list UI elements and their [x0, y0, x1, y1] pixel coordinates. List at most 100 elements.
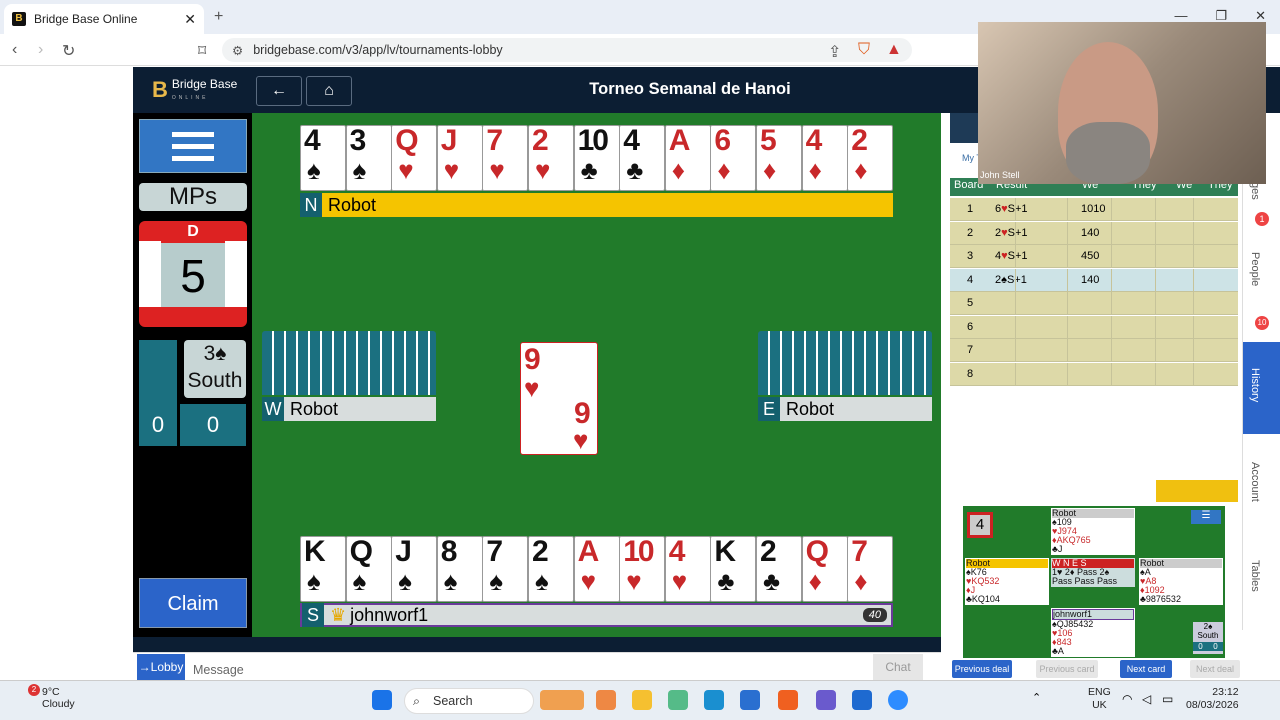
- card-suit: ♠: [352, 155, 367, 185]
- battery-icon[interactable]: ▭: [1162, 692, 1173, 706]
- chat-send-button[interactable]: Chat: [873, 654, 923, 680]
- card-rank: 4: [805, 125, 823, 157]
- brave-shield-icon[interactable]: ⛉: [858, 41, 870, 59]
- outlook-icon[interactable]: [852, 690, 872, 710]
- playing-card[interactable]: Q ♦: [801, 536, 848, 602]
- start-icon[interactable]: [372, 690, 392, 710]
- url-text: bridgebase.com/v3/app/lv/tournaments-lob…: [253, 43, 503, 57]
- menu-button[interactable]: [139, 119, 247, 173]
- home-button[interactable]: ⌂: [306, 76, 352, 106]
- playing-card[interactable]: K ♣: [710, 536, 757, 602]
- card-suit: ♣: [763, 566, 781, 596]
- history-tab[interactable]: History: [1243, 342, 1280, 434]
- history-row[interactable]: 6: [950, 315, 1238, 339]
- chat-bar: [133, 652, 941, 680]
- lobby-button[interactable]: →Lobby: [137, 654, 185, 680]
- app-icon[interactable]: [596, 690, 616, 710]
- share-icon[interactable]: ⇪: [828, 42, 841, 62]
- mini-menu-icon[interactable]: ☰: [1191, 510, 1221, 524]
- card-rank: 10: [577, 125, 609, 157]
- mini-card-line: ♣J: [1052, 544, 1063, 554]
- copilot-icon[interactable]: [668, 690, 688, 710]
- mini-north: Robot ♠109 ♥J974 ♦AKQ765 ♣J: [1051, 508, 1135, 555]
- playing-card[interactable]: Q ♠: [345, 536, 392, 602]
- mini-card-line: ♥KQ532: [966, 576, 1000, 586]
- store-icon[interactable]: [740, 690, 760, 710]
- brave-rewards-icon[interactable]: ▲: [886, 41, 902, 59]
- message-input[interactable]: Message: [193, 663, 244, 677]
- east-hand-backs: [758, 331, 932, 395]
- history-row[interactable]: 4 2♠S+1 140: [950, 268, 1238, 292]
- history-tab-label: History: [1249, 368, 1261, 403]
- file-explorer-icon[interactable]: [632, 690, 652, 710]
- people-badge: 10: [1255, 316, 1269, 330]
- playing-card[interactable]: J ♠: [391, 536, 438, 602]
- previous-card-button[interactable]: Previous card: [1036, 660, 1098, 678]
- mini-deal-viewer: 4 ☰ Robot ♠109 ♥J974 ♦AKQ765 ♣J Robot ♠K76 ♥…: [963, 506, 1225, 658]
- participant-beard: [1066, 122, 1150, 184]
- card-suit: ♠: [443, 566, 458, 596]
- playing-card: 7 ♥: [482, 125, 529, 191]
- previous-deal-button[interactable]: Previous deal: [952, 660, 1012, 678]
- playing-card[interactable]: 8 ♠: [436, 536, 483, 602]
- history-cell: 3: [967, 250, 974, 262]
- people-widget-icon[interactable]: [540, 690, 584, 710]
- tables-tab[interactable]: Tables: [1249, 560, 1261, 592]
- history-row[interactable]: 1 6♥S+1 1010: [950, 198, 1238, 221]
- card-suit: ♠: [352, 566, 367, 596]
- volume-icon[interactable]: ◁: [1142, 692, 1151, 706]
- bookmark-icon[interactable]: ⌑: [198, 41, 206, 61]
- playing-card[interactable]: K ♠: [300, 536, 346, 602]
- messages-tab[interactable]: ges: [1249, 182, 1261, 200]
- crown-icon: ♛: [330, 604, 347, 625]
- next-deal-button[interactable]: Next deal: [1190, 660, 1240, 678]
- claim-button[interactable]: Claim: [139, 578, 247, 628]
- playing-card: J ♥: [436, 125, 483, 191]
- reload-icon[interactable]: ↻: [62, 41, 75, 61]
- board-number: 5: [161, 243, 225, 307]
- video-call-overlay[interactable]: John Stell: [978, 22, 1266, 184]
- zoom-icon[interactable]: [888, 690, 908, 710]
- history-row[interactable]: 7: [950, 339, 1238, 362]
- history-cell: 4♥S+1: [995, 250, 1028, 262]
- forward-icon[interactable]: ›: [38, 41, 43, 59]
- site-info-icon[interactable]: ⚙: [232, 43, 243, 58]
- weather-widget[interactable]: 2 9°C Cloudy: [16, 684, 75, 710]
- history-row[interactable]: 3 4♥S+1 450: [950, 245, 1238, 268]
- playing-card[interactable]: 7 ♦: [847, 536, 894, 602]
- wifi-icon[interactable]: ◠: [1122, 692, 1132, 706]
- taskbar-search[interactable]: ⌕ Search: [404, 688, 534, 714]
- playing-card: 4 ♠: [300, 125, 346, 191]
- logo-text: Bridge Base: [171, 77, 238, 91]
- discord-icon[interactable]: [816, 690, 836, 710]
- account-tab[interactable]: Account: [1249, 462, 1261, 502]
- playing-card[interactable]: A ♥: [573, 536, 620, 602]
- edge-icon[interactable]: [704, 690, 724, 710]
- new-tab-icon[interactable]: +: [214, 8, 223, 26]
- system-clock[interactable]: 23:12 08/03/2026: [1186, 686, 1239, 712]
- people-tab[interactable]: People: [1249, 252, 1261, 286]
- playing-card[interactable]: 4 ♥: [664, 536, 711, 602]
- address-bar[interactable]: ⚙ bridgebase.com/v3/app/lv/tournaments-l…: [222, 38, 912, 62]
- history-cell: 8: [967, 367, 974, 380]
- history-row[interactable]: 8: [950, 362, 1238, 386]
- next-card-button[interactable]: Next card: [1120, 660, 1172, 678]
- tray-chevron-icon[interactable]: ⌃: [1032, 691, 1041, 704]
- history-row[interactable]: 2 2♥S+1 140: [950, 221, 1238, 245]
- brave-icon[interactable]: [778, 690, 798, 710]
- playing-card[interactable]: 2 ♠: [528, 536, 574, 602]
- card-suit: ♠: [535, 566, 549, 596]
- card-suit: ♦: [717, 155, 731, 185]
- browser-tab[interactable]: B Bridge Base Online ✕: [4, 4, 204, 34]
- history-row[interactable]: 5: [950, 292, 1238, 315]
- playing-card[interactable]: 10 ♥: [619, 536, 666, 602]
- playing-card[interactable]: 2 ♣: [756, 536, 802, 602]
- card-rank: 2: [851, 125, 868, 157]
- close-tab-icon[interactable]: ✕: [184, 11, 196, 28]
- card-rank: J: [395, 536, 412, 568]
- back-icon[interactable]: ‹: [12, 41, 17, 59]
- language-indicator[interactable]: ENG UK: [1088, 686, 1111, 712]
- playing-card[interactable]: 7 ♠: [482, 536, 529, 602]
- south-player-bar: S ♛ johnworf1 40: [300, 603, 893, 627]
- back-button[interactable]: ←: [256, 76, 302, 106]
